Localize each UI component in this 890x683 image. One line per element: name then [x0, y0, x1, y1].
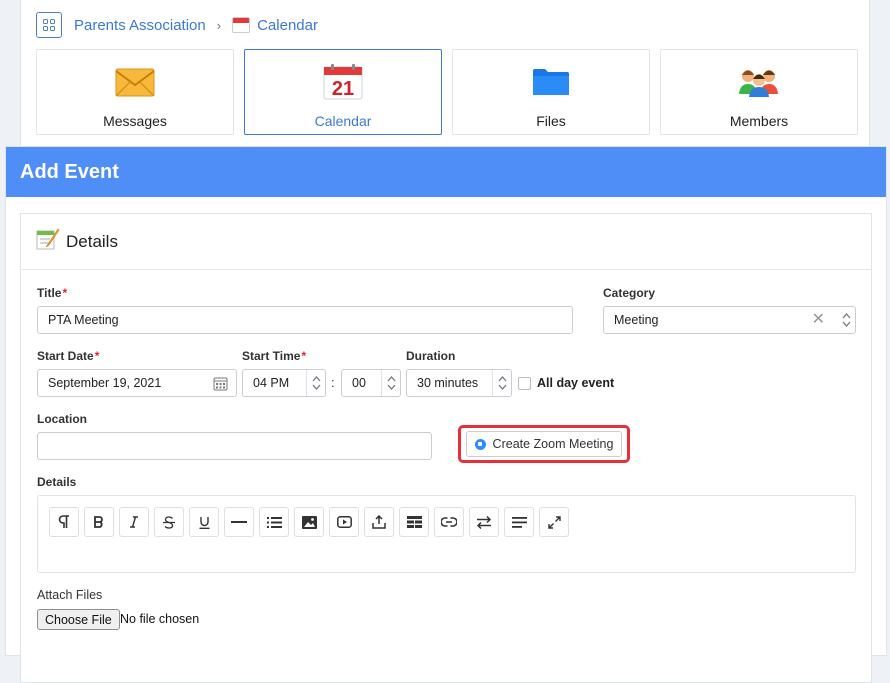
underline-icon[interactable]	[189, 507, 219, 537]
tile-label: Messages	[103, 113, 167, 129]
tile-files[interactable]: Files	[452, 49, 650, 135]
title-input-value: PTA Meeting	[48, 313, 119, 327]
calendar-day-number: 21	[332, 78, 354, 100]
title-input[interactable]: PTA Meeting	[37, 306, 573, 334]
strikethrough-icon[interactable]	[154, 507, 184, 537]
start-minute-value: 00	[352, 376, 366, 390]
calendar-icon: 21	[321, 63, 365, 101]
category-select[interactable]: Meeting ✕	[603, 306, 856, 334]
breadcrumb: Parents Association › Calendar	[36, 12, 318, 38]
video-icon[interactable]	[329, 507, 359, 537]
details-label: Details	[37, 475, 77, 489]
start-date-value: September 19, 2021	[48, 376, 162, 390]
link-icon[interactable]	[434, 507, 464, 537]
calendar-picker-icon[interactable]	[213, 376, 228, 391]
swap-icon[interactable]	[469, 507, 499, 537]
clear-icon[interactable]: ✕	[812, 312, 825, 328]
title-label-text: Title	[37, 286, 62, 300]
title-label: Title*	[37, 286, 67, 300]
required-mark: *	[94, 349, 100, 363]
horizontal-rule-icon[interactable]	[224, 507, 254, 537]
upload-icon[interactable]	[364, 507, 394, 537]
breadcrumb-separator: ›	[216, 17, 222, 33]
select-arrows-icon	[837, 307, 855, 333]
fullscreen-icon[interactable]	[539, 507, 569, 537]
tile-label: Members	[729, 113, 789, 129]
select-arrows-icon	[492, 370, 511, 396]
tile-calendar[interactable]: 21 Calendar	[244, 49, 442, 135]
start-minute-select[interactable]: 00	[341, 369, 401, 397]
category-label: Category	[603, 286, 656, 300]
create-zoom-meeting-button[interactable]: Create Zoom Meeting	[466, 431, 622, 457]
tile-members[interactable]: Members	[660, 49, 858, 135]
duration-value: 30 minutes	[417, 376, 479, 390]
no-file-text: No file chosen	[120, 612, 200, 626]
tile-label: Files	[536, 113, 566, 129]
paragraph-icon[interactable]	[49, 507, 79, 537]
start-date-input[interactable]: September 19, 2021	[37, 369, 237, 397]
location-input[interactable]	[37, 432, 432, 460]
breadcrumb-current[interactable]: Calendar	[257, 17, 318, 34]
details-card-header: Details	[21, 214, 871, 270]
start-date-label: Start Date*	[37, 349, 99, 363]
start-time-label: Start Time*	[242, 349, 306, 363]
attach-files-label: Attach Files	[37, 588, 103, 602]
select-arrows-icon	[381, 370, 400, 396]
group-nav-panel: Parents Association › Calendar Messages	[20, 0, 870, 150]
all-day-checkbox[interactable]	[518, 377, 531, 390]
zoom-icon	[474, 438, 486, 450]
page-title: Add Event	[6, 147, 886, 197]
start-date-label-text: Start Date	[37, 349, 94, 363]
italic-icon[interactable]	[119, 507, 149, 537]
create-zoom-meeting-label: Create Zoom Meeting	[492, 437, 614, 451]
calendar-small-icon	[232, 17, 251, 33]
start-hour-select[interactable]: 04 PM	[242, 369, 326, 397]
duration-select[interactable]: 30 minutes	[406, 369, 512, 397]
apps-grid-button[interactable]	[36, 12, 62, 38]
folder-icon	[529, 63, 573, 101]
memo-icon	[36, 228, 60, 255]
table-icon[interactable]	[399, 507, 429, 537]
bold-icon[interactable]	[84, 507, 114, 537]
list-icon[interactable]	[259, 507, 289, 537]
tile-messages[interactable]: Messages	[36, 49, 234, 135]
time-separator: :	[331, 375, 335, 390]
location-label: Location	[37, 412, 87, 426]
duration-label: Duration	[406, 349, 456, 363]
image-icon[interactable]	[294, 507, 324, 537]
select-arrows-icon	[306, 370, 325, 396]
add-event-panel: Add Event Details Title* PTA Meeting Cat…	[5, 146, 887, 683]
details-editor[interactable]	[37, 495, 856, 573]
required-mark: *	[301, 349, 307, 363]
category-select-value: Meeting	[614, 313, 659, 327]
choose-file-button[interactable]: Choose File	[37, 609, 120, 630]
editor-toolbar	[49, 507, 569, 537]
breadcrumb-group-link[interactable]: Parents Association	[74, 17, 206, 34]
section-tiles: Messages 21 Calendar Files Members	[36, 49, 858, 135]
required-mark: *	[62, 286, 68, 300]
all-day-label[interactable]: All day event	[537, 376, 614, 390]
start-time-label-text: Start Time	[242, 349, 301, 363]
details-card-title: Details	[66, 231, 118, 251]
envelope-icon	[113, 63, 157, 101]
start-hour-value: 04 PM	[253, 376, 290, 390]
align-icon[interactable]	[504, 507, 534, 537]
grid-icon	[43, 19, 55, 31]
tile-label: Calendar	[314, 113, 372, 129]
people-icon	[737, 63, 781, 101]
